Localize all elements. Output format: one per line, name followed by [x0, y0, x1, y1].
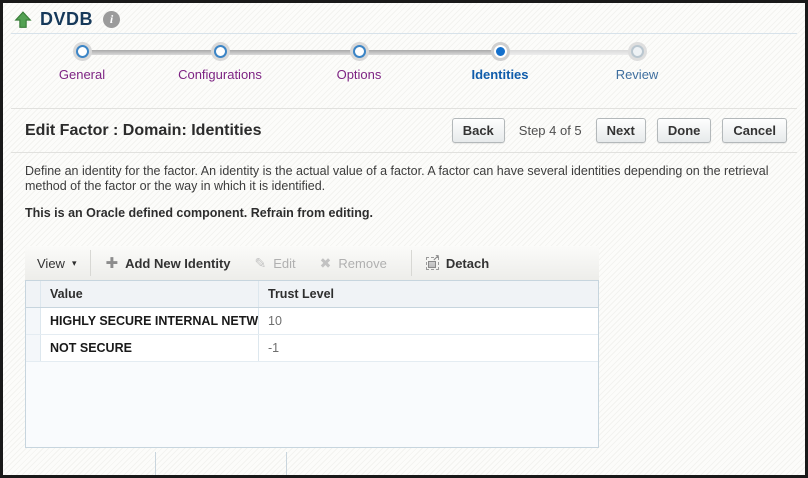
chevron-down-icon: ▾: [72, 258, 77, 269]
wizard-actions: Back Step 4 of 5 Next Done Cancel: [452, 118, 787, 143]
next-button[interactable]: Next: [596, 118, 646, 143]
trust-level-cell[interactable]: 10: [259, 308, 598, 334]
column-header-trust[interactable]: Trust Level: [259, 281, 598, 307]
toolbar-separator: [411, 250, 412, 276]
view-menu-button[interactable]: View ▾: [25, 256, 88, 271]
step-label[interactable]: General: [59, 67, 105, 82]
remove-label: Remove: [338, 256, 386, 271]
table-row[interactable]: NOT SECURE -1: [26, 335, 598, 362]
step-circle[interactable]: [631, 45, 644, 58]
trust-level-cell[interactable]: -1: [259, 335, 598, 361]
step-label[interactable]: Identities: [471, 67, 528, 82]
detach-button[interactable]: Detach: [414, 256, 501, 271]
done-button[interactable]: Done: [657, 118, 712, 143]
up-arrow-icon: [14, 11, 32, 29]
wizard-step-options[interactable]: Options: [284, 40, 434, 82]
app-header: DVDB i: [14, 9, 120, 30]
page-description: Define an identity for the factor. An id…: [25, 164, 795, 194]
edit-factor-page: DVDB i General Configurations Options Id…: [0, 0, 808, 478]
row-selector[interactable]: [26, 335, 41, 361]
page-title: Edit Factor : Domain: Identities: [25, 122, 261, 140]
add-new-identity-button[interactable]: ✚ Add New Identity: [93, 256, 242, 271]
table-header-row: Value Trust Level: [26, 281, 598, 308]
identities-toolbar: View ▾ ✚ Add New Identity ✎ Edit ✖ Remov…: [25, 246, 599, 280]
database-title: DVDB: [40, 9, 93, 30]
step-label[interactable]: Options: [337, 67, 382, 82]
wizard-step-identities[interactable]: Identities: [425, 40, 575, 82]
oracle-defined-warning: This is an Oracle defined component. Ref…: [25, 206, 795, 220]
step-circle[interactable]: [214, 45, 227, 58]
header-divider: [11, 33, 797, 34]
wizard-train: General Configurations Options Identitie…: [0, 40, 808, 92]
identity-value-cell[interactable]: HIGHLY SECURE INTERNAL NETWORK: [41, 308, 259, 334]
step-circle[interactable]: [353, 45, 366, 58]
step-label[interactable]: Configurations: [178, 67, 262, 82]
view-menu-label: View: [37, 256, 65, 271]
step-indicator: Step 4 of 5: [516, 123, 585, 138]
step-label[interactable]: Review: [616, 67, 659, 82]
below-fold-column-divider: [286, 452, 287, 475]
below-fold-column-divider: [155, 452, 156, 475]
row-selector[interactable]: [26, 308, 41, 334]
info-icon[interactable]: i: [103, 11, 120, 28]
table-row[interactable]: HIGHLY SECURE INTERNAL NETWORK 10: [26, 308, 598, 335]
wizard-step-general[interactable]: General: [7, 40, 157, 82]
pencil-icon: ✎: [255, 256, 267, 270]
column-header-value[interactable]: Value: [41, 281, 259, 307]
toolbar-separator: [90, 250, 91, 276]
remove-button[interactable]: ✖ Remove: [308, 256, 399, 271]
back-button[interactable]: Back: [452, 118, 505, 143]
step-circle[interactable]: [76, 45, 89, 58]
wizard-step-configurations[interactable]: Configurations: [145, 40, 295, 82]
wizard-step-review[interactable]: Review: [562, 40, 712, 82]
x-icon: ✖: [320, 256, 332, 270]
step-circle-active[interactable]: [494, 45, 507, 58]
title-bar: Edit Factor : Domain: Identities Back St…: [11, 108, 797, 153]
add-new-identity-label: Add New Identity: [125, 256, 230, 271]
row-selector-header: [26, 281, 41, 307]
detach-label: Detach: [446, 256, 489, 271]
plus-icon: ✚: [105, 256, 118, 271]
edit-label: Edit: [273, 256, 295, 271]
edit-button[interactable]: ✎ Edit: [243, 256, 308, 271]
identities-table: Value Trust Level HIGHLY SECURE INTERNAL…: [25, 280, 599, 448]
detach-icon: [426, 257, 439, 270]
identity-value-cell[interactable]: NOT SECURE: [41, 335, 259, 361]
cancel-button[interactable]: Cancel: [722, 118, 787, 143]
